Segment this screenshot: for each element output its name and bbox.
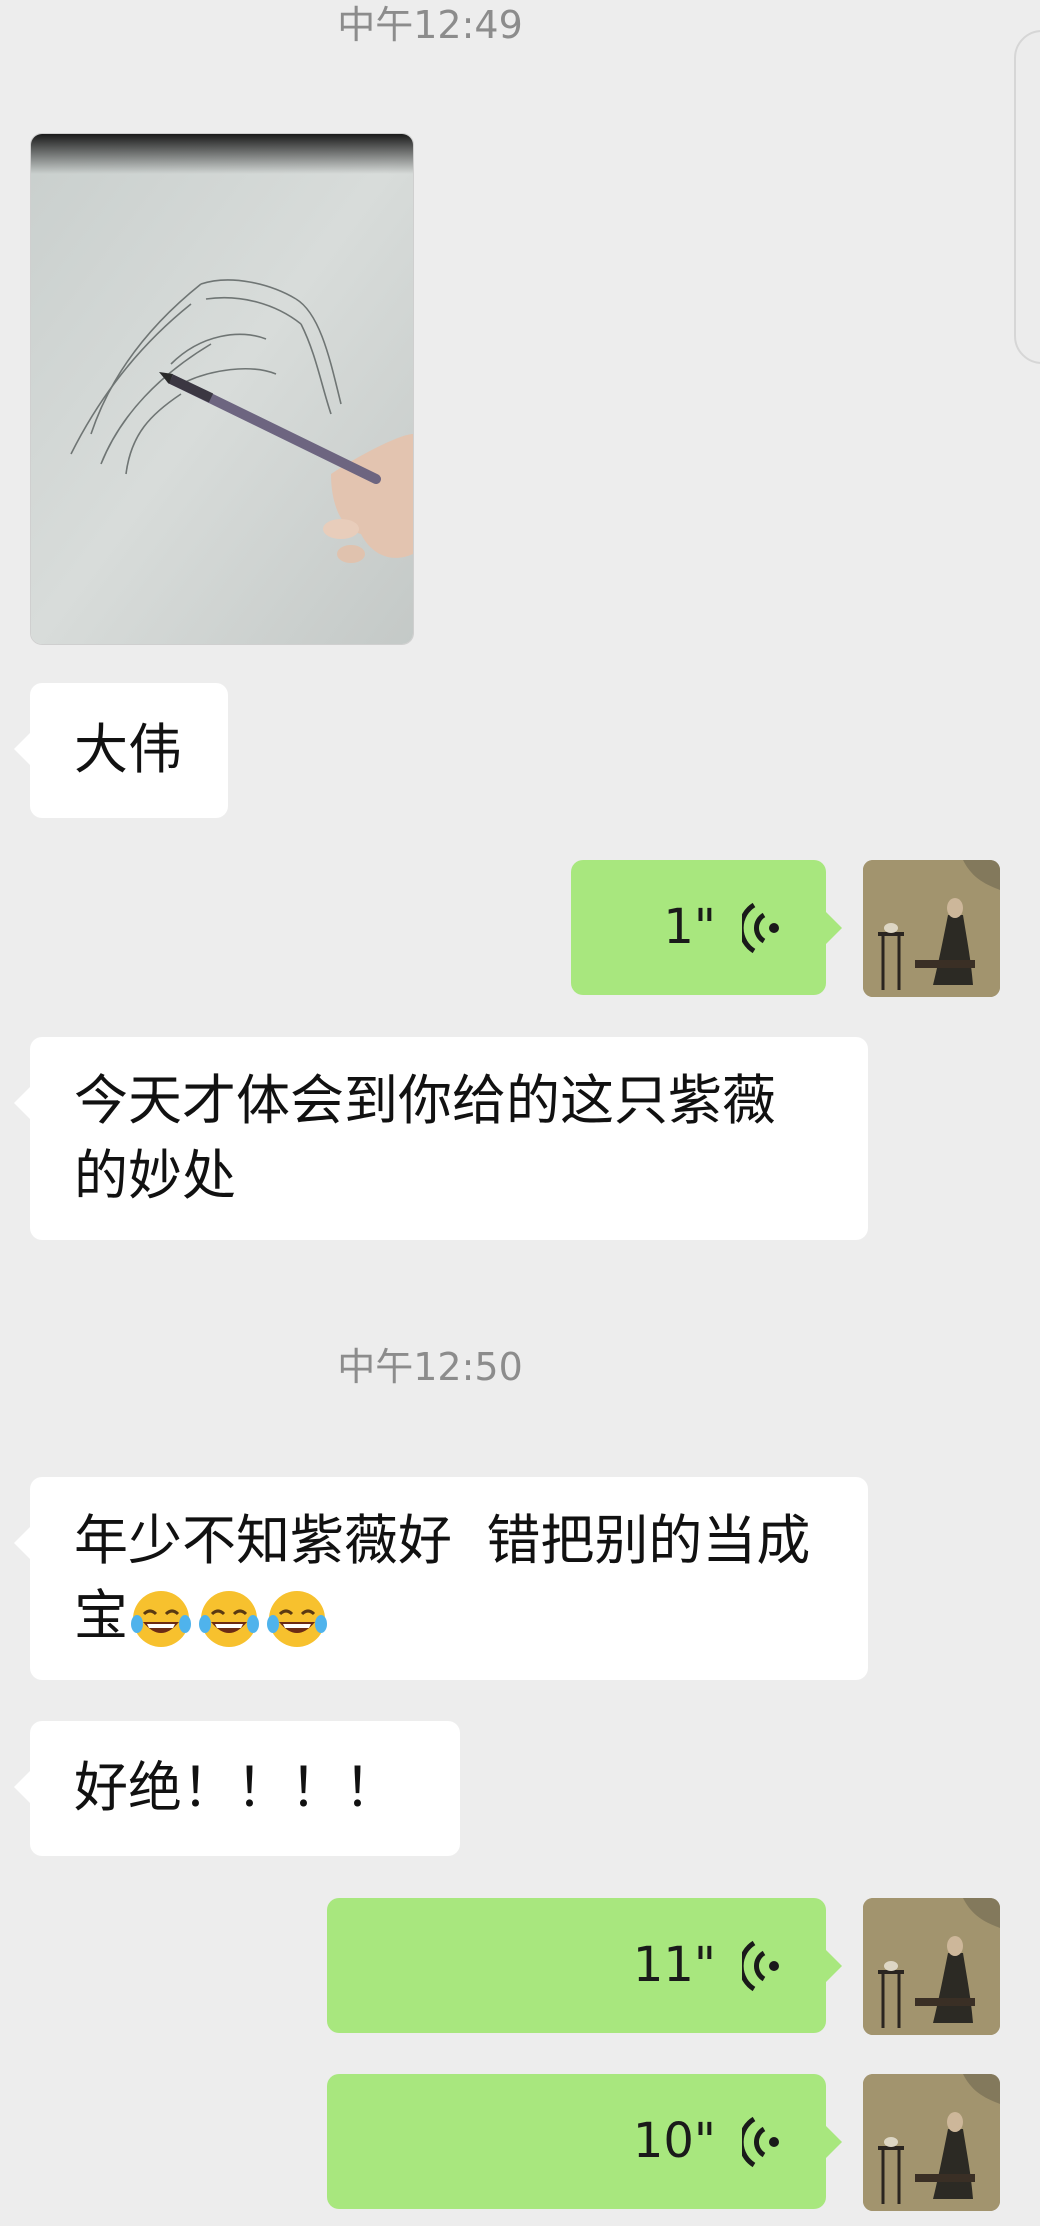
tears-of-joy-emoji-icon xyxy=(131,1591,191,1648)
voice-duration: 10" xyxy=(632,2113,716,2169)
timestamp: 中午12:50 xyxy=(337,1345,523,1389)
message-text-line-with-emoji: 宝 xyxy=(74,1578,824,1653)
message-text: 宝 xyxy=(74,1584,128,1647)
photo-message[interactable] xyxy=(30,133,414,645)
incoming-message-bubble[interactable]: 好绝！！！！ xyxy=(14,1721,460,1856)
voice-wave-icon xyxy=(742,902,779,953)
incoming-message-bubble[interactable]: 大伟 xyxy=(14,683,228,818)
avatar[interactable] xyxy=(863,2074,1000,2211)
outgoing-voice-message[interactable]: 1" xyxy=(571,860,842,995)
message-text: 大伟 xyxy=(74,718,182,781)
voice-duration: 1" xyxy=(663,899,716,955)
sketch-photo-icon xyxy=(31,134,413,644)
outgoing-voice-message[interactable]: 11" xyxy=(327,1898,842,2033)
incoming-message-bubble[interactable]: 今天才体会到你给的这只紫薇 的妙处 xyxy=(14,1037,868,1240)
message-text-line: 今天才体会到你给的这只紫薇 xyxy=(74,1069,776,1132)
outgoing-voice-message[interactable]: 10" xyxy=(327,2074,842,2209)
incoming-message-bubble[interactable]: 年少不知紫薇好 错把别的当成 宝 xyxy=(14,1477,868,1680)
voice-duration: 11" xyxy=(632,1937,716,1993)
side-panel-edge xyxy=(1014,30,1040,364)
voice-wave-icon xyxy=(742,2116,779,2167)
avatar-painting-icon xyxy=(863,2074,1000,2211)
avatar-painting-icon xyxy=(863,1898,1000,2035)
avatar-painting-icon xyxy=(863,860,1000,997)
avatar[interactable] xyxy=(863,1898,1000,2035)
avatar[interactable] xyxy=(863,860,1000,997)
voice-wave-icon xyxy=(742,1940,779,1991)
message-text-line: 年少不知紫薇好 错把别的当成 xyxy=(74,1509,811,1572)
timestamp: 中午12:49 xyxy=(337,3,523,47)
tears-of-joy-emoji-icon xyxy=(199,1591,259,1648)
message-text-line: 的妙处 xyxy=(74,1144,236,1207)
message-text: 好绝！！！！ xyxy=(74,1756,398,1819)
tears-of-joy-emoji-icon xyxy=(267,1591,327,1648)
